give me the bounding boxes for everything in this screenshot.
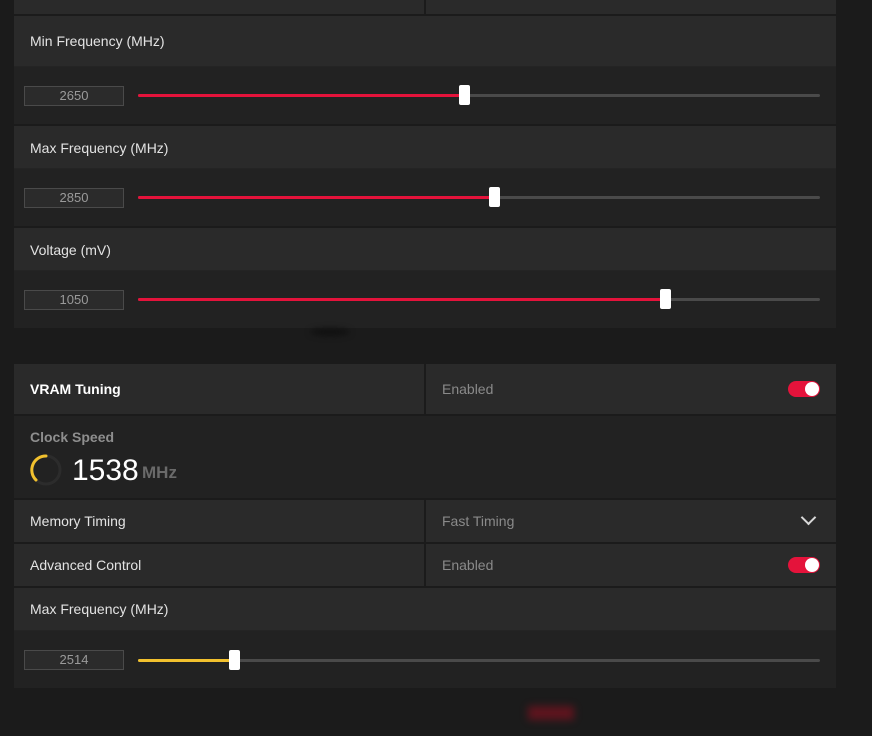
vram-tuning-panel: VRAM Tuning Enabled Clock Speed 1538 MHz… <box>14 364 836 688</box>
clock-speed-unit: MHz <box>142 463 177 482</box>
clock-gauge-icon <box>30 454 62 486</box>
voltage-header: Voltage (mV) <box>14 228 836 270</box>
max-frequency-label: Max Frequency (MHz) <box>30 140 169 156</box>
gpu-tuning-panel: Min Frequency (MHz) 2650 Max Frequency (… <box>14 0 836 328</box>
max-frequency-slider-thumb[interactable] <box>489 187 500 207</box>
voltage-slider[interactable] <box>138 289 820 309</box>
vram-tuning-row: VRAM Tuning Enabled <box>14 364 836 414</box>
voltage-input[interactable]: 1050 <box>24 290 124 310</box>
max-frequency-input[interactable]: 2850 <box>24 188 124 208</box>
vram-max-frequency-slider-row: 2514 <box>14 631 836 688</box>
min-frequency-input[interactable]: 2650 <box>24 86 124 106</box>
toggle-knob <box>805 382 819 396</box>
toggle-knob <box>805 558 819 572</box>
scrollbar-track[interactable] <box>848 0 858 736</box>
clock-speed-label: Clock Speed <box>30 429 115 445</box>
min-frequency-header: Min Frequency (MHz) <box>14 16 836 66</box>
vram-max-frequency-slider-thumb[interactable] <box>229 650 240 670</box>
advanced-control-label: Advanced Control <box>30 557 142 573</box>
min-frequency-slider-fill <box>138 94 464 97</box>
voltage-slider-fill <box>138 298 665 301</box>
vram-max-frequency-slider[interactable] <box>138 650 820 670</box>
top-partial-row <box>14 0 836 14</box>
voltage-slider-row: 1050 <box>14 271 836 328</box>
vram-max-frequency-header: Max Frequency (MHz) <box>14 588 836 630</box>
bottom-button-glow <box>528 706 574 720</box>
min-frequency-slider[interactable] <box>138 85 820 105</box>
max-frequency-slider-fill <box>138 196 494 199</box>
min-frequency-label: Min Frequency (MHz) <box>30 33 165 49</box>
min-frequency-slider-row: 2650 <box>14 67 836 124</box>
max-frequency-header: Max Frequency (MHz) <box>14 126 836 168</box>
clock-speed-section: Clock Speed 1538 MHz <box>14 416 836 498</box>
advanced-control-status: Enabled <box>442 557 494 573</box>
voltage-slider-thumb[interactable] <box>660 289 671 309</box>
memory-timing-select[interactable]: Fast Timing <box>442 513 514 529</box>
advanced-control-row: Advanced Control Enabled <box>14 544 836 586</box>
advanced-control-toggle[interactable] <box>788 557 820 573</box>
chevron-down-icon[interactable] <box>800 509 817 526</box>
vram-tuning-toggle[interactable] <box>788 381 820 397</box>
voltage-label: Voltage (mV) <box>30 242 111 258</box>
min-frequency-slider-thumb[interactable] <box>459 85 470 105</box>
vram-tuning-title: VRAM Tuning <box>30 381 121 397</box>
max-frequency-slider[interactable] <box>138 187 820 207</box>
shadow-decoration <box>310 328 350 336</box>
memory-timing-row[interactable]: Memory Timing Fast Timing <box>14 500 836 542</box>
vram-max-frequency-label: Max Frequency (MHz) <box>30 601 169 617</box>
vram-max-frequency-input[interactable]: 2514 <box>24 650 124 670</box>
max-frequency-slider-row: 2850 <box>14 169 836 226</box>
memory-timing-label: Memory Timing <box>30 513 126 529</box>
clock-speed-value: 1538 <box>72 454 139 487</box>
vram-max-frequency-slider-fill <box>138 659 234 662</box>
vram-tuning-status: Enabled <box>442 381 494 397</box>
